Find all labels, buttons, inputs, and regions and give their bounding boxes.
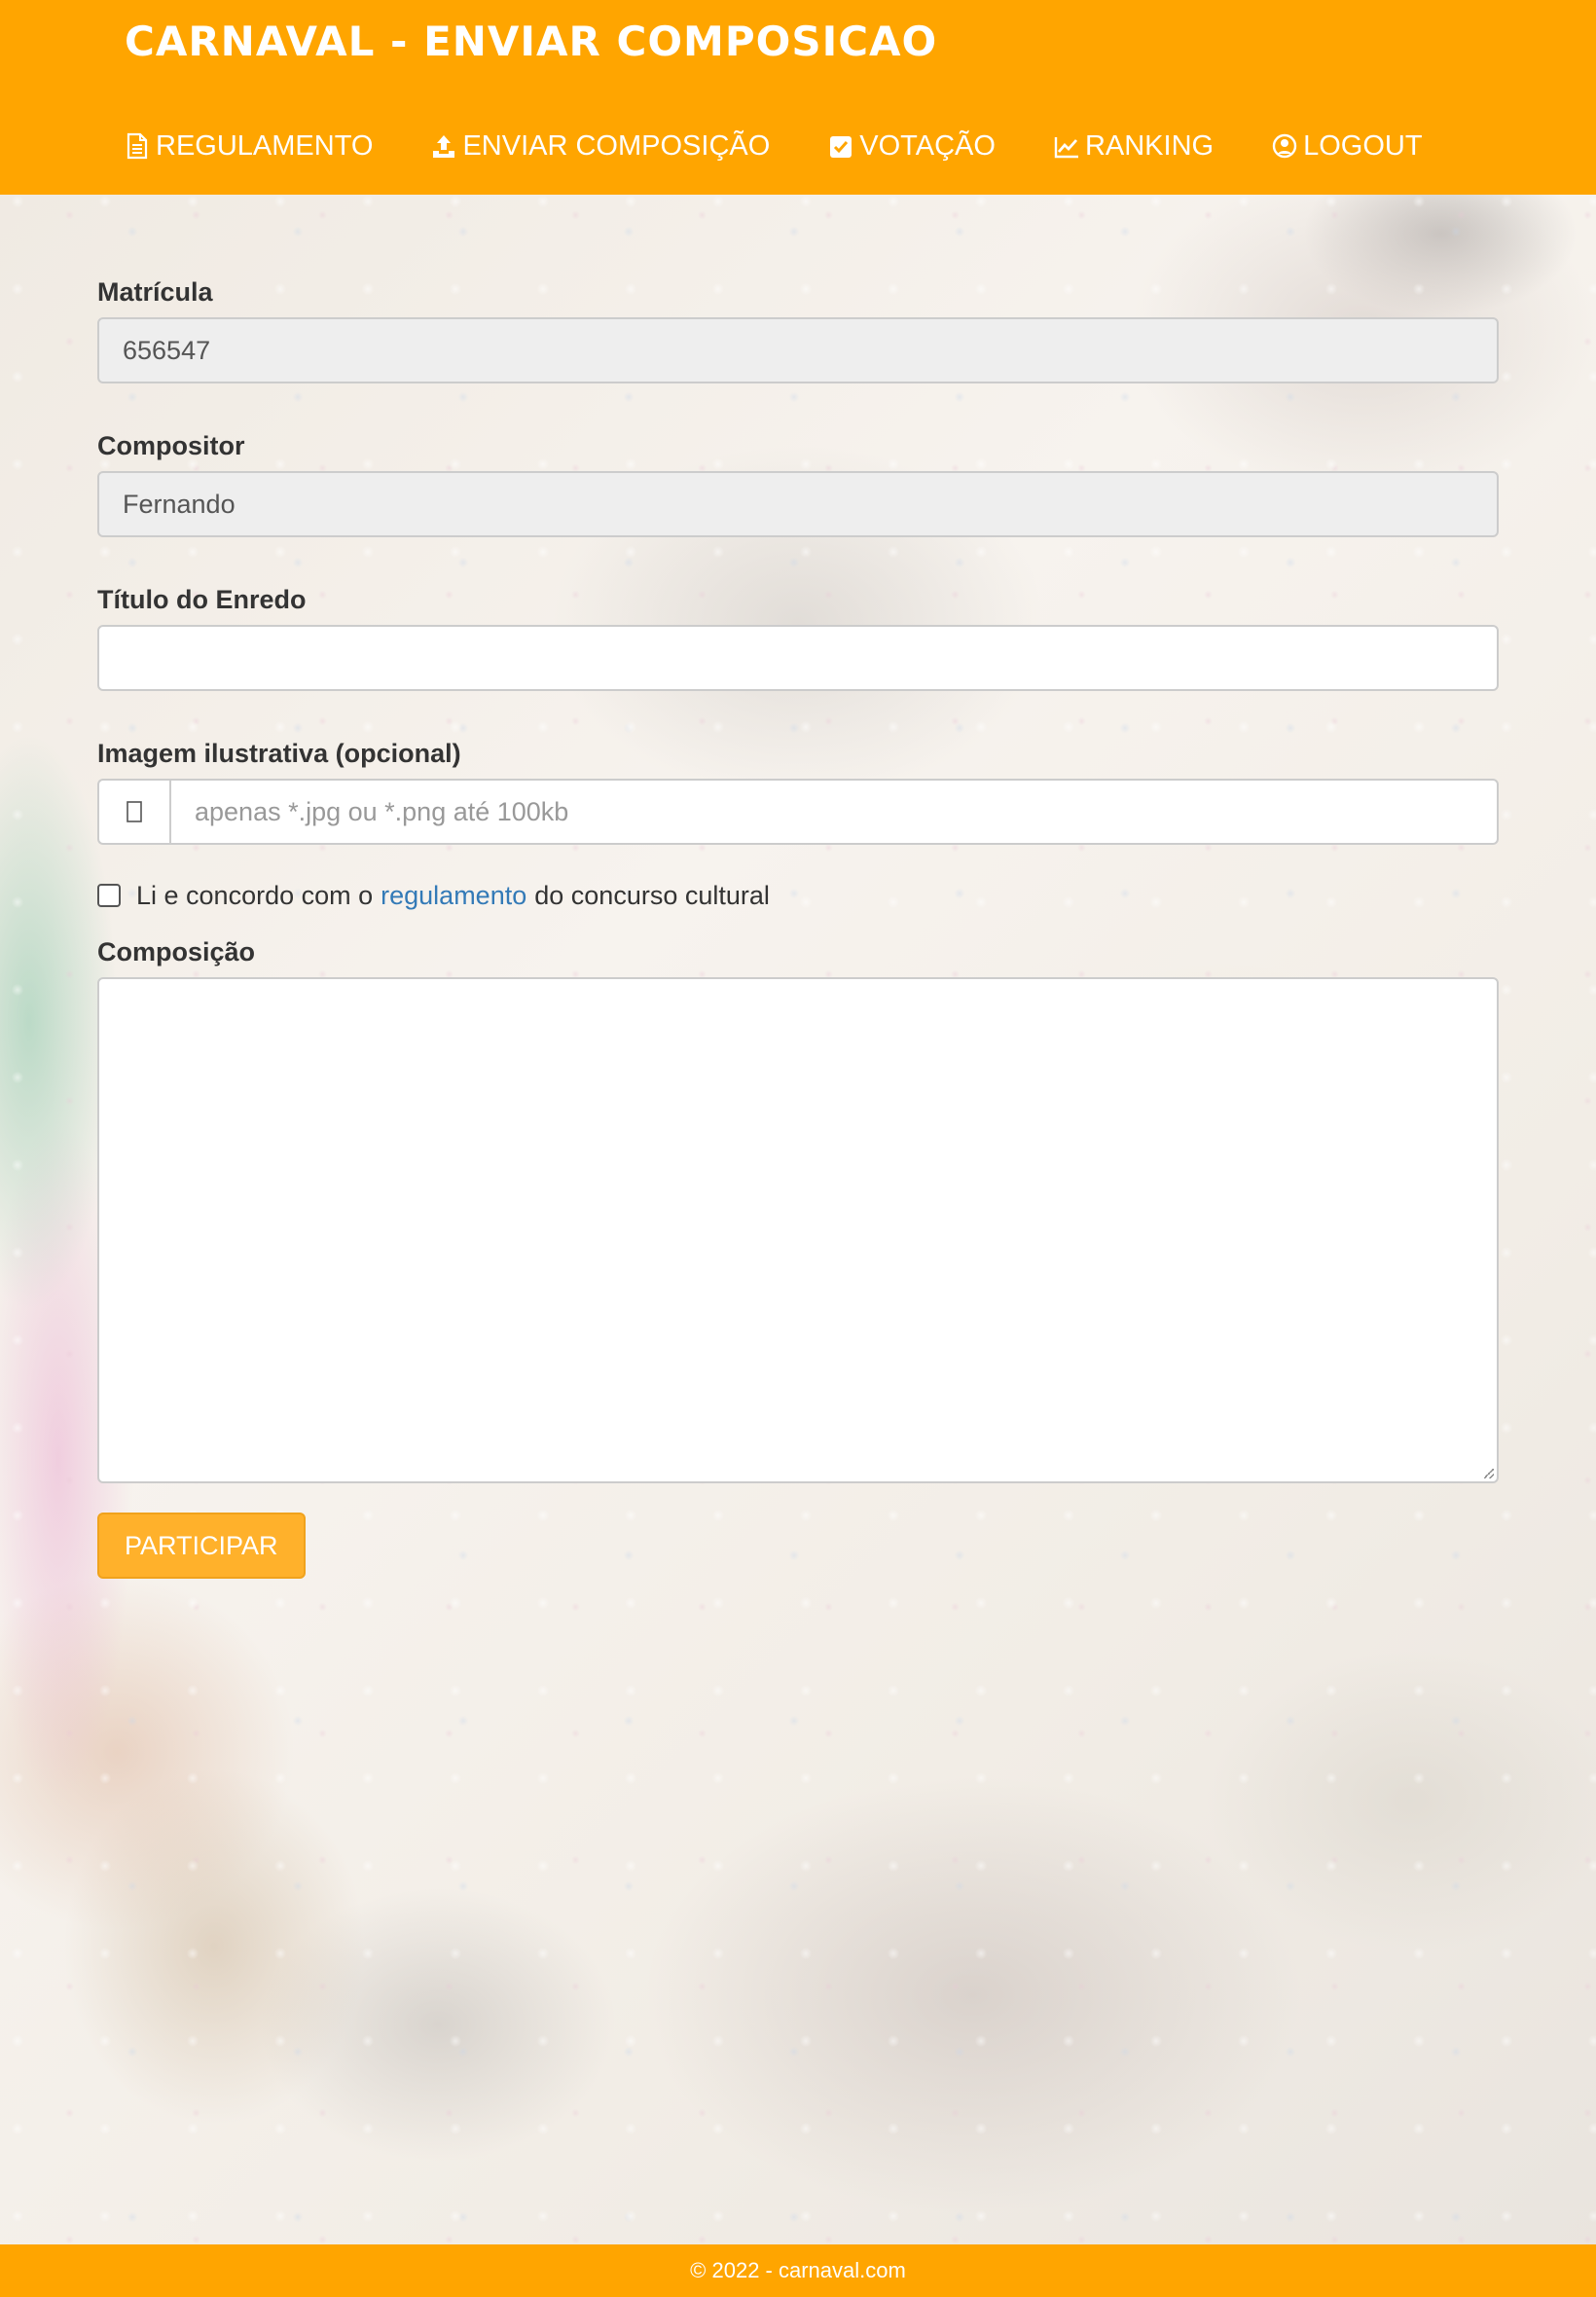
compositor-label: Compositor xyxy=(97,431,245,460)
nav-item-ranking[interactable]: RANKING xyxy=(1054,130,1214,163)
agree-row: Li e concordo com o regulamento do concu… xyxy=(97,878,1499,913)
image-file-field[interactable]: apenas *.jpg ou *.png até 100kb xyxy=(169,779,1499,845)
agree-checkbox[interactable] xyxy=(97,884,121,907)
send-composition-form: Matrícula Compositor Título do Enredo Im… xyxy=(97,261,1499,1579)
titulo-label: Título do Enredo xyxy=(97,585,307,614)
user-circle-icon xyxy=(1272,132,1297,160)
nav-item-logout[interactable]: LOGOUT xyxy=(1272,129,1423,163)
file-picker-button[interactable] xyxy=(97,779,169,845)
check-square-icon xyxy=(828,132,853,160)
agree-text-before: Li e concordo com o xyxy=(136,880,374,910)
nav-label: REGULAMENTO xyxy=(156,129,374,162)
document-icon xyxy=(125,132,150,160)
line-chart-icon xyxy=(1054,132,1079,160)
matricula-label: Matrícula xyxy=(97,277,213,307)
matricula-field[interactable] xyxy=(97,317,1499,383)
matricula-group: Matrícula xyxy=(97,274,1499,383)
app-title: CARNAVAL - ENVIAR COMPOSICAO xyxy=(125,18,938,65)
composicao-label: Composição xyxy=(97,937,256,966)
nav-label: LOGOUT xyxy=(1303,129,1423,162)
agree-text-after: do concurso cultural xyxy=(534,880,770,910)
regulamento-link[interactable]: regulamento xyxy=(381,881,526,911)
upload-icon xyxy=(431,132,456,160)
imagem-label: Imagem ilustrativa (opcional) xyxy=(97,739,461,768)
titulo-group: Título do Enredo xyxy=(97,582,1499,691)
footer: © 2022 - carnaval.com xyxy=(0,2244,1596,2297)
composicao-textarea[interactable] xyxy=(97,977,1499,1483)
participar-button[interactable]: PARTICIPAR xyxy=(97,1513,306,1579)
nav-label: VOTAÇÃO xyxy=(859,129,996,162)
titulo-field[interactable] xyxy=(97,625,1499,691)
footer-text: © 2022 - carnaval.com xyxy=(690,2258,906,2282)
file-icon xyxy=(127,801,142,822)
composicao-group: Composição xyxy=(97,934,1499,1483)
imagem-group: Imagem ilustrativa (opcional) apenas *.j… xyxy=(97,736,1499,845)
nav-label: RANKING xyxy=(1084,129,1215,162)
resize-handle[interactable] xyxy=(1484,1469,1494,1478)
navbar: CARNAVAL - ENVIAR COMPOSICAO REGULAMENTO… xyxy=(0,0,1596,195)
compositor-group: Compositor xyxy=(97,428,1499,537)
compositor-field[interactable] xyxy=(97,471,1499,537)
main-nav: REGULAMENTO ENVIAR COMPOSIÇÃO VOTAÇÃO RA… xyxy=(125,127,1423,165)
nav-item-regulamento[interactable]: REGULAMENTO xyxy=(125,130,373,163)
nav-item-votacao[interactable]: VOTAÇÃO xyxy=(828,130,996,163)
nav-item-enviar-composicao[interactable]: ENVIAR COMPOSIÇÃO xyxy=(431,130,770,163)
nav-label: ENVIAR COMPOSIÇÃO xyxy=(462,129,771,162)
image-file-input-group: apenas *.jpg ou *.png até 100kb xyxy=(97,779,1499,845)
